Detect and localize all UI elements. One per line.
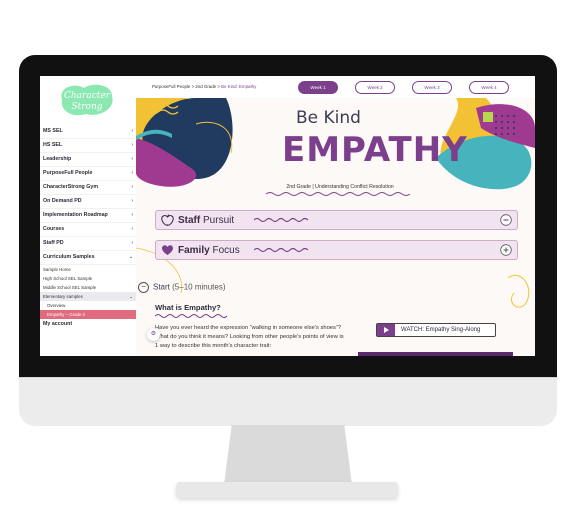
chevron-right-icon: › bbox=[131, 198, 133, 204]
svg-text:Character: Character bbox=[64, 91, 111, 101]
tab-week-4[interactable]: Week 4 bbox=[469, 81, 509, 94]
chevron-down-icon: ⌄ bbox=[128, 254, 133, 260]
sidebar-my-account[interactable]: My account bbox=[40, 321, 136, 327]
breadcrumb-current: Be Kind: Empathy bbox=[221, 84, 257, 89]
squiggle-decoration bbox=[155, 314, 227, 318]
card-title: Family Focus bbox=[178, 245, 240, 256]
collapse-toggle-icon[interactable] bbox=[500, 214, 512, 226]
card-title: Staff Pursuit bbox=[178, 215, 235, 226]
video-embed[interactable] bbox=[358, 352, 513, 356]
section-question: What is Empathy? bbox=[155, 303, 221, 312]
family-focus-card[interactable]: Family Focus bbox=[155, 240, 518, 260]
sidebar-subitem-overview[interactable]: Overview bbox=[40, 301, 136, 310]
sidebar-subitem-sample-home[interactable]: Sample Home bbox=[40, 265, 136, 274]
chevron-right-icon: › bbox=[131, 240, 133, 246]
main-content: Be Kind EMPATHY 2nd Grade | Understandin… bbox=[136, 98, 535, 356]
tab-week-3[interactable]: Week 3 bbox=[412, 81, 452, 94]
monitor-base bbox=[176, 482, 398, 498]
monitor-chin bbox=[19, 377, 557, 426]
monitor-stand bbox=[224, 425, 352, 485]
sidebar-item-gym[interactable]: CharacterStrong Gym › bbox=[40, 181, 136, 195]
chevron-right-icon: › bbox=[131, 156, 133, 162]
chevron-right-icon: › bbox=[131, 142, 133, 148]
chevron-right-icon: › bbox=[131, 170, 133, 176]
breadcrumb-item[interactable]: 2nd Grade bbox=[195, 84, 216, 89]
sidebar-item-staff-pd[interactable]: Staff PD › bbox=[40, 237, 136, 251]
sidebar-subitem-ms-sample[interactable]: Middle School SEL Sample bbox=[40, 283, 136, 292]
sidebar-item-on-demand-pd[interactable]: On Demand PD › bbox=[40, 195, 136, 209]
sidebar-nav: MS SEL › HS SEL › Leadership › PurposeFull … bbox=[40, 125, 136, 327]
chevron-right-icon: › bbox=[131, 226, 133, 232]
sidebar-subitem-elementary[interactable]: Elementary samples ⌄ bbox=[40, 292, 136, 301]
heart-house-icon bbox=[162, 245, 173, 255]
sidebar-subitem-empathy-grade-2[interactable]: Empathy – Grade 2 bbox=[40, 310, 136, 319]
accessibility-icon[interactable]: ⚙ bbox=[147, 328, 160, 341]
characterstrong-logo[interactable]: Character Strong bbox=[56, 82, 118, 118]
sidebar-item-purposefull-people[interactable]: PurposeFull People › bbox=[40, 167, 136, 181]
hero-title-big: EMPATHY bbox=[282, 130, 468, 170]
sidebar-item-curriculum-samples[interactable]: Curriculum Samples ⌄ bbox=[40, 251, 136, 265]
chevron-right-icon: › bbox=[131, 184, 133, 190]
sidebar-item-ms-sel[interactable]: MS SEL › bbox=[40, 125, 136, 139]
sidebar-item-courses[interactable]: Courses › bbox=[40, 223, 136, 237]
apple-heart-icon bbox=[161, 214, 174, 226]
tab-week-1[interactable]: Week 1 bbox=[298, 81, 338, 94]
svg-text:Strong: Strong bbox=[71, 102, 102, 112]
top-bar: PurposeFull People > 2nd Grade > Be Kind… bbox=[136, 76, 535, 99]
chevron-down-icon: ⌄ bbox=[129, 294, 133, 299]
chevron-right-icon: › bbox=[131, 212, 133, 218]
plus-circle-icon[interactable] bbox=[500, 244, 512, 256]
sidebar-subitem-hs-sample[interactable]: High School SEL Sample bbox=[40, 274, 136, 283]
play-icon bbox=[377, 324, 395, 336]
sidebar-item-hs-sel[interactable]: HS SEL › bbox=[40, 139, 136, 153]
start-section-header[interactable]: − Start (5–10 minutes) bbox=[138, 282, 226, 293]
chevron-right-icon: › bbox=[131, 128, 133, 134]
screen: Character Strong MS SEL › HS SEL › Leaders… bbox=[40, 76, 535, 356]
squiggle-decoration bbox=[254, 247, 309, 253]
section-paragraph: Have you ever heard the expression “walk… bbox=[155, 325, 344, 349]
watch-video-button[interactable]: WATCH: Empathy Sing-Along bbox=[376, 323, 496, 337]
breadcrumb-separator: > bbox=[217, 84, 220, 89]
tab-week-2[interactable]: Week 2 bbox=[355, 81, 395, 94]
hero-title-small: Be Kind bbox=[296, 108, 361, 128]
staff-pursuit-card[interactable]: Staff Pursuit bbox=[155, 210, 518, 230]
breadcrumb-separator: > bbox=[191, 84, 195, 89]
sidebar-item-leadership[interactable]: Leadership › bbox=[40, 153, 136, 167]
minus-circle-icon[interactable]: − bbox=[138, 282, 149, 293]
squiggle-decoration bbox=[254, 217, 309, 223]
breadcrumb: PurposeFull People > 2nd Grade > Be Kind… bbox=[152, 84, 256, 89]
sidebar-item-roadmap[interactable]: Implementation Roadmap › bbox=[40, 209, 136, 223]
breadcrumb-item[interactable]: PurposeFull People bbox=[152, 84, 190, 89]
sidebar: Character Strong MS SEL › HS SEL › Leaders… bbox=[40, 76, 137, 356]
hero-subtitle: 2nd Grade | Understanding Conflict Resol… bbox=[286, 184, 394, 190]
